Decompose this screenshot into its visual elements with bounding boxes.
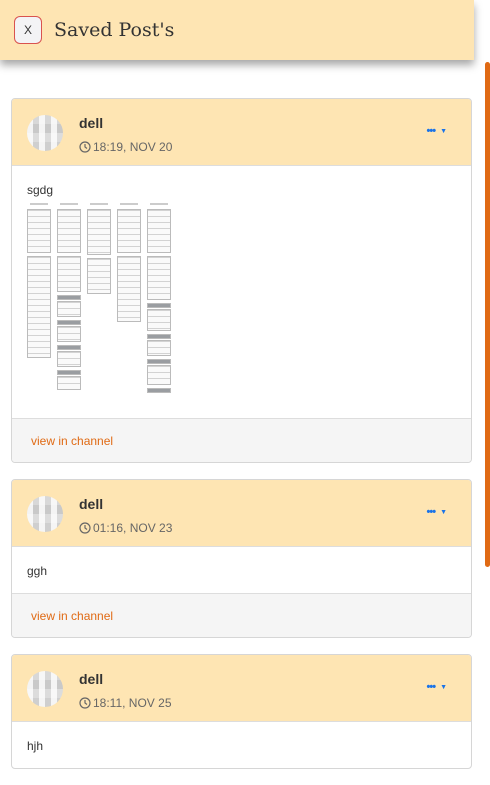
avatar[interactable] (27, 496, 63, 532)
post-text: sgdg (27, 183, 54, 197)
post-author[interactable]: dell (79, 115, 103, 131)
clock-icon (79, 697, 91, 709)
post-footer: view in channel (12, 593, 471, 637)
post-timestamp: 18:19, NOV 20 (79, 140, 172, 154)
post-body: ggh (12, 547, 471, 593)
post-time-text: 18:11, NOV 25 (93, 696, 172, 710)
post-timestamp: 01:16, NOV 23 (79, 521, 172, 535)
post-author[interactable]: dell (79, 496, 103, 512)
clock-icon (79, 522, 91, 534)
avatar[interactable] (27, 671, 63, 707)
post-header: dell 18:11, NOV 25 ••• ▼ (12, 655, 471, 722)
ellipsis-icon: ••• (426, 506, 437, 518)
post-body: sgdg (12, 166, 471, 418)
chevron-down-icon: ▼ (440, 127, 447, 135)
clock-icon (79, 141, 91, 153)
chevron-down-icon: ▼ (440, 508, 447, 516)
post-text: hjh (27, 739, 44, 753)
post-time-text: 18:19, NOV 20 (93, 140, 173, 154)
post-menu-button[interactable]: ••• ▼ (427, 125, 448, 137)
saved-posts-feed: dell 18:19, NOV 20 ••• ▼ sgdg view in ch… (11, 98, 472, 785)
top-bar: X Saved Post's (0, 0, 474, 60)
post-author[interactable]: dell (79, 671, 103, 687)
ellipsis-icon: ••• (426, 681, 437, 693)
chevron-down-icon: ▼ (440, 683, 447, 691)
post-image-attachment[interactable] (27, 203, 456, 403)
post-header: dell 01:16, NOV 23 ••• ▼ (12, 480, 471, 547)
post-header: dell 18:19, NOV 20 ••• ▼ (12, 99, 471, 166)
view-in-channel-link[interactable]: view in channel (31, 434, 113, 448)
scrollbar[interactable] (485, 62, 490, 567)
post-menu-button[interactable]: ••• ▼ (427, 681, 448, 693)
saved-post-card: dell 01:16, NOV 23 ••• ▼ ggh view in cha… (11, 479, 472, 638)
page-title: Saved Post's (54, 19, 175, 41)
saved-post-card: dell 18:19, NOV 20 ••• ▼ sgdg view in ch… (11, 98, 472, 463)
post-menu-button[interactable]: ••• ▼ (427, 506, 448, 518)
saved-post-card: dell 18:11, NOV 25 ••• ▼ hjh (11, 654, 472, 769)
post-text: ggh (27, 564, 48, 578)
post-time-text: 01:16, NOV 23 (93, 521, 173, 535)
post-timestamp: 18:11, NOV 25 (79, 696, 172, 710)
ellipsis-icon: ••• (426, 125, 437, 137)
post-footer: view in channel (12, 418, 471, 462)
post-body: hjh (12, 722, 471, 768)
avatar[interactable] (27, 115, 63, 151)
close-button[interactable]: X (14, 16, 42, 44)
view-in-channel-link[interactable]: view in channel (31, 609, 113, 623)
